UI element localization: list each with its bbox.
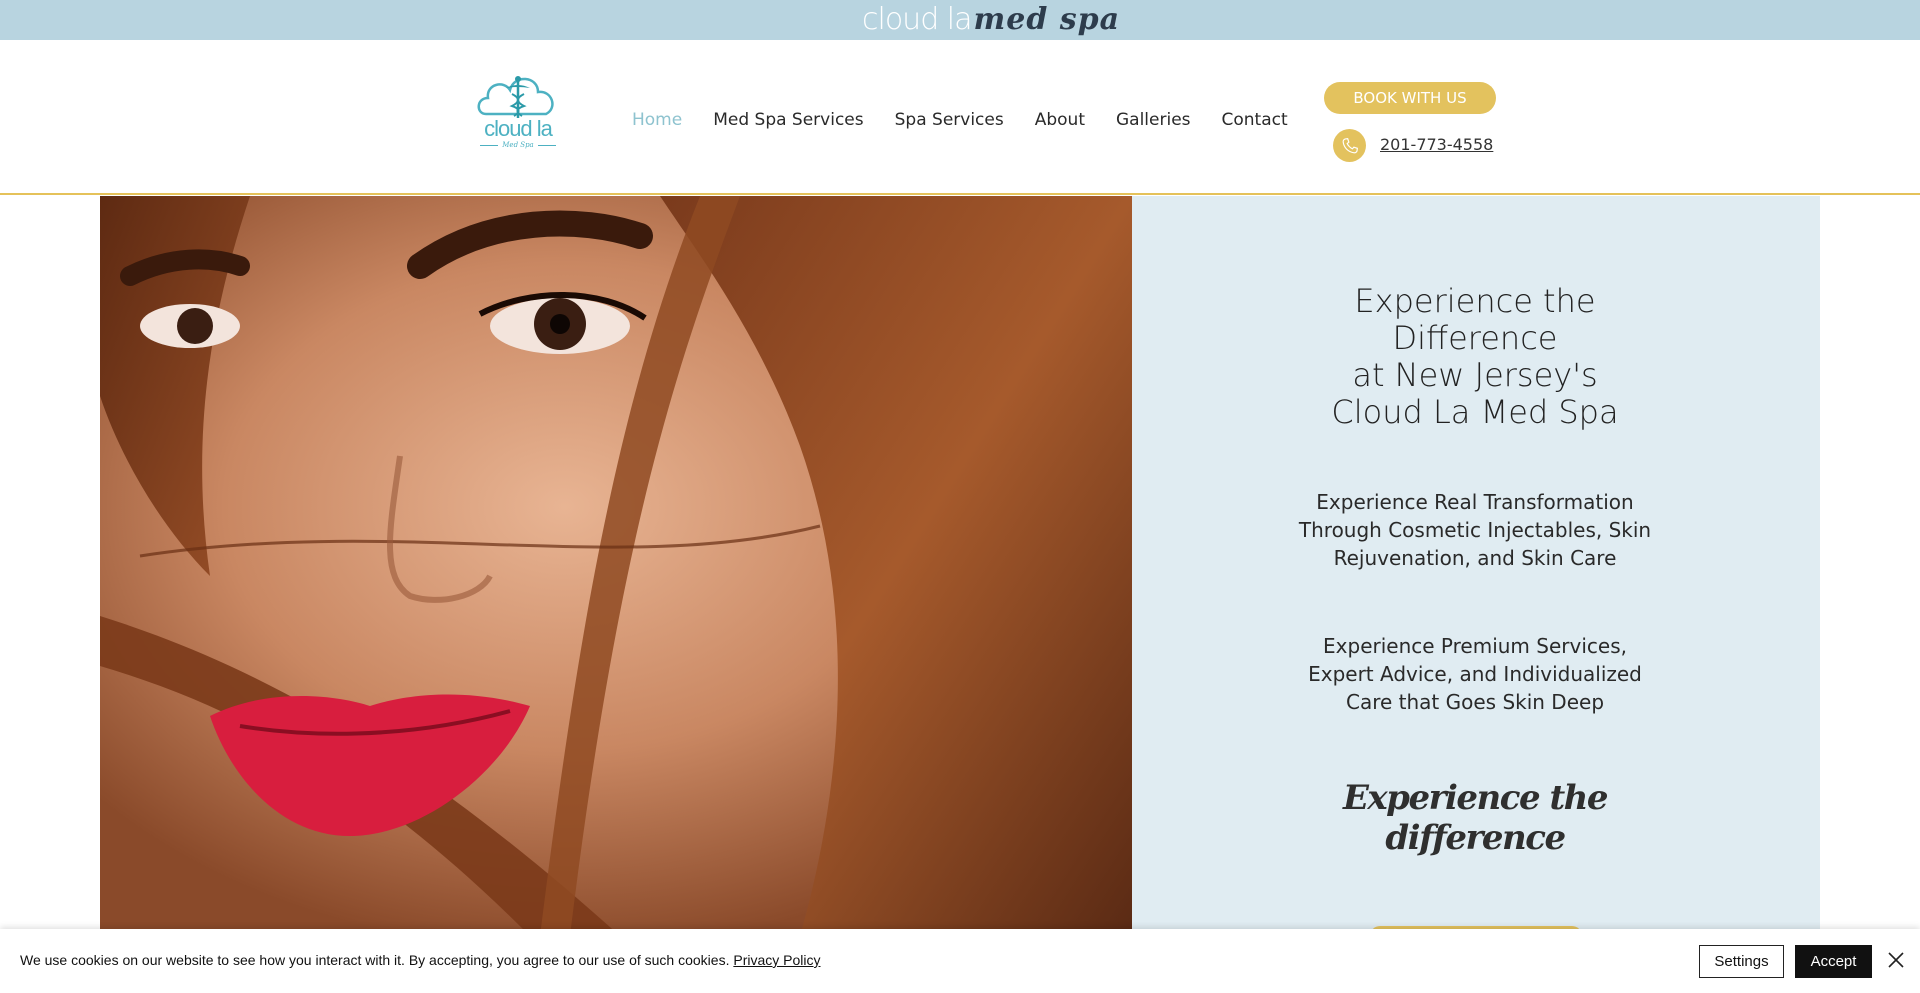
nav-galleries[interactable]: Galleries bbox=[1116, 110, 1191, 136]
logo-subtext: Med Spa bbox=[472, 141, 564, 149]
woman-portrait-photo bbox=[100, 196, 1132, 936]
hero-title-line: Experience the bbox=[1354, 282, 1596, 320]
hero-paragraph-line: Rejuvenation, and Skin Care bbox=[1333, 546, 1617, 570]
hero-paragraph-line: Through Cosmetic Injectables, Skin bbox=[1298, 518, 1652, 542]
hero-paragraph-line: Experience Real Transformation bbox=[1316, 490, 1634, 514]
hero-title-line: Difference bbox=[1392, 319, 1558, 357]
hero-title: Experience the Difference at New Jersey'… bbox=[1225, 283, 1725, 431]
close-icon[interactable] bbox=[1887, 951, 1905, 969]
nav-about[interactable]: About bbox=[1035, 110, 1085, 136]
phone-glyph-icon bbox=[1342, 137, 1358, 153]
logo-text: cloud la bbox=[484, 116, 553, 141]
cookie-consent-bar: We use cookies on our website to see how… bbox=[0, 929, 1920, 993]
phone-icon[interactable] bbox=[1333, 129, 1366, 162]
book-with-us-button[interactable]: BOOK WITH US bbox=[1324, 82, 1496, 114]
nav-contact[interactable]: Contact bbox=[1222, 110, 1288, 136]
nav-med-spa-services[interactable]: Med Spa Services bbox=[713, 110, 863, 136]
cookie-message-text: We use cookies on our website to see how… bbox=[20, 952, 730, 968]
cookie-accept-button[interactable]: Accept bbox=[1795, 945, 1872, 978]
hero-title-line: Cloud La Med Spa bbox=[1331, 393, 1619, 431]
hero-paragraph-premium: Experience Premium Services, Expert Advi… bbox=[1275, 632, 1675, 716]
site-header: cloud la Med Spa Home Med Spa Services S… bbox=[0, 40, 1920, 195]
hero-portrait-image bbox=[100, 196, 1132, 936]
hero-script-tagline: Experience the difference bbox=[1343, 778, 1609, 858]
top-banner: cloud la med spa bbox=[0, 0, 1920, 40]
phone-number-link[interactable]: 201-773-4558 bbox=[1380, 135, 1493, 154]
hero-paragraph-line: Care that Goes Skin Deep bbox=[1345, 690, 1605, 714]
banner-brand-script: med spa bbox=[973, 2, 1121, 37]
main-nav: Home Med Spa Services Spa Services About… bbox=[632, 110, 1319, 136]
hero-title-line: at New Jersey's bbox=[1352, 356, 1598, 394]
hero-paragraph-transformation: Experience Real Transformation Through C… bbox=[1275, 488, 1675, 572]
nav-spa-services[interactable]: Spa Services bbox=[895, 110, 1004, 136]
privacy-policy-link[interactable]: Privacy Policy bbox=[733, 952, 820, 968]
cookie-settings-button[interactable]: Settings bbox=[1699, 945, 1784, 978]
banner-brand-light: cloud la bbox=[862, 2, 972, 37]
banner-brand: cloud la med spa bbox=[862, 2, 1120, 40]
hero-paragraph-line: Expert Advice, and Individualized bbox=[1308, 662, 1642, 686]
nav-home[interactable]: Home bbox=[632, 110, 682, 136]
hero-paragraph-line: Experience Premium Services, bbox=[1323, 634, 1627, 658]
cookie-message: We use cookies on our website to see how… bbox=[20, 952, 821, 968]
